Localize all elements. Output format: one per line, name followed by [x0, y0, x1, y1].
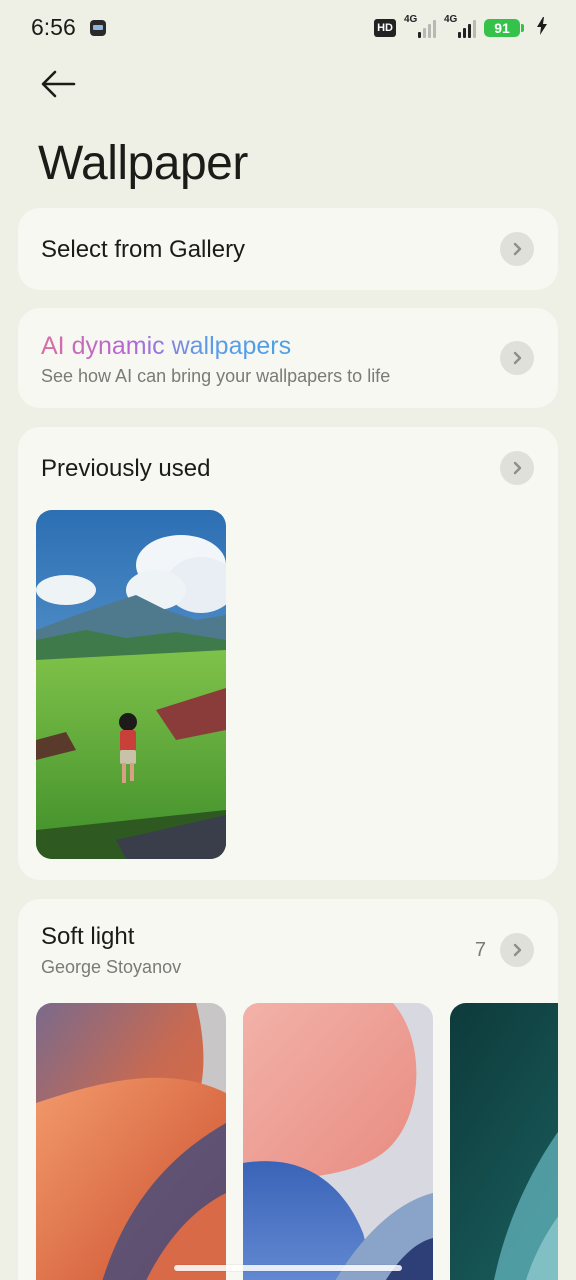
- signal-1-icon: 4G: [404, 14, 436, 38]
- chevron-right-icon[interactable]: [500, 451, 534, 485]
- network-type-label: 4G: [444, 14, 458, 25]
- anime-landscape-image: [36, 510, 226, 859]
- abstract-pink-blue-image: [243, 1003, 433, 1280]
- back-button[interactable]: [36, 66, 80, 102]
- wallpaper-thumbnail-soft-light-2[interactable]: [243, 1003, 433, 1280]
- chevron-right-icon[interactable]: [500, 341, 534, 375]
- collection-count: 7: [474, 939, 486, 961]
- status-time: 6:56: [31, 14, 76, 40]
- network-type-label: 4G: [404, 14, 418, 25]
- collection-title: Soft light: [41, 923, 135, 950]
- wallpaper-thumbnail-anime-landscape[interactable]: [36, 510, 226, 859]
- battery-level: 91: [484, 19, 520, 37]
- ai-wallpapers-title: AI dynamic wallpapers: [41, 332, 292, 360]
- previously-used-title: Previously used: [41, 455, 211, 482]
- ai-wallpapers-subtitle: See how AI can bring your wallpapers to …: [41, 366, 391, 386]
- battery-icon: 91: [484, 19, 524, 37]
- select-from-gallery-item[interactable]: Select from Gallery: [18, 208, 558, 290]
- wallpaper-thumbnail-soft-light-1[interactable]: [36, 1003, 226, 1280]
- soft-light-collection: Soft light George Stoyanov 7: [18, 899, 558, 1280]
- signal-2-icon: 4G: [444, 14, 476, 38]
- collection-author: George Stoyanov: [41, 957, 182, 977]
- chevron-right-icon[interactable]: [500, 933, 534, 967]
- ai-dynamic-wallpapers-item[interactable]: AI dynamic wallpapers See how AI can bri…: [18, 308, 558, 408]
- charging-icon: [536, 16, 548, 40]
- wallpaper-thumbnail-soft-light-3[interactable]: [450, 1003, 558, 1280]
- chevron-right-icon[interactable]: [500, 232, 534, 266]
- arrow-left-icon: [41, 70, 76, 98]
- abstract-orange-image: [36, 1003, 226, 1280]
- status-bar: 6:56 HD 4G 4G 91: [0, 0, 576, 56]
- gallery-label: Select from Gallery: [41, 236, 246, 263]
- hd-voice-icon: HD: [374, 19, 396, 37]
- status-icons: HD 4G 4G 91: [374, 14, 548, 40]
- page-title: Wallpaper: [38, 137, 248, 190]
- home-indicator[interactable]: [174, 1265, 402, 1271]
- app-notification-icon: [90, 20, 106, 36]
- previously-used-section: Previously used: [18, 427, 558, 880]
- abstract-teal-image: [450, 1003, 558, 1280]
